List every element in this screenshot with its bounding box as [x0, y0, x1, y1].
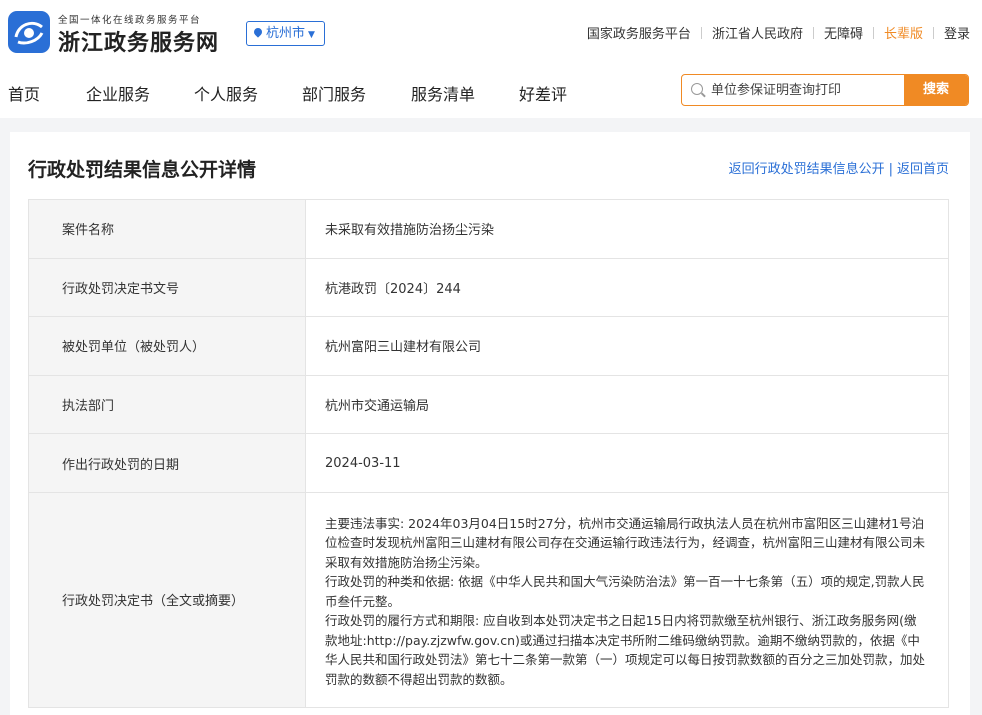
row-label: 被处罚单位（被处罚人）: [29, 317, 306, 375]
back-links: 返回行政处罚结果信息公开 | 返回首页: [729, 158, 949, 177]
nav-department-services[interactable]: 部门服务: [302, 81, 366, 105]
top-header: 全国一体化在线政务服务平台 浙江政务服务网 杭州市 ▼ 国家政务服务平台 浙江省人…: [0, 0, 982, 66]
row-label: 行政处罚决定书（全文或摘要）: [29, 492, 306, 707]
row-label: 作出行政处罚的日期: [29, 434, 306, 492]
divider: |: [888, 162, 893, 177]
row-value: 杭州富阳三山建材有限公司: [325, 340, 482, 356]
decision-text: 主要违法事实: 2024年03月04日15时27分，杭州市交通运输局行政执法人员…: [306, 493, 948, 707]
search-box: 搜索: [681, 74, 969, 106]
brand-subtitle: 全国一体化在线政务服务平台: [58, 15, 202, 26]
detail-table: 案件名称 未采取有效措施防治扬尘污染 行政处罚决定书文号 杭港政罚〔2024〕2…: [28, 199, 949, 708]
link-login[interactable]: 登录: [934, 23, 970, 42]
table-row: 行政处罚决定书文号 杭港政罚〔2024〕244: [29, 258, 948, 318]
back-to-list-link[interactable]: 返回行政处罚结果信息公开: [729, 162, 885, 177]
nav-enterprise-services[interactable]: 企业服务: [86, 81, 150, 105]
table-row-decision: 行政处罚决定书（全文或摘要） 主要违法事实: 2024年03月04日15时27分…: [29, 492, 948, 708]
row-value: 2024-03-11: [325, 455, 401, 471]
table-row: 作出行政处罚的日期 2024-03-11: [29, 434, 948, 493]
row-value: 杭州市交通运输局: [325, 399, 430, 415]
city-selector[interactable]: 杭州市 ▼: [246, 21, 325, 46]
site-name[interactable]: 浙江政务服务网: [58, 25, 219, 57]
search-icon: [691, 83, 703, 95]
link-accessibility[interactable]: 无障碍: [814, 23, 873, 42]
link-national-platform[interactable]: 国家政务服务平台: [577, 23, 701, 42]
search-button[interactable]: 搜索: [904, 75, 968, 105]
link-provincial-government[interactable]: 浙江省人民政府: [702, 23, 813, 42]
nav-home[interactable]: 首页: [8, 81, 40, 105]
search-input[interactable]: [711, 75, 901, 105]
detail-panel: 行政处罚结果信息公开详情 返回行政处罚结果信息公开 | 返回首页 案件名称 未采取有…: [10, 132, 970, 715]
link-elder-version[interactable]: 长辈版: [874, 23, 933, 42]
caret-down-icon: ▼: [308, 30, 315, 40]
row-label: 执法部门: [29, 375, 306, 434]
nav-service-list[interactable]: 服务清单: [411, 81, 475, 105]
row-label: 案件名称: [29, 200, 306, 258]
table-row: 执法部门 杭州市交通运输局: [29, 375, 948, 435]
page-title: 行政处罚结果信息公开详情: [28, 159, 257, 181]
back-to-home-link[interactable]: 返回首页: [897, 162, 949, 177]
row-value: 杭港政罚〔2024〕244: [325, 281, 461, 297]
table-row: 案件名称 未采取有效措施防治扬尘污染: [29, 200, 948, 259]
decision-paragraph-payment: 行政处罚的履行方式和期限: 应自收到本处罚决定书之日起15日内将罚款缴至杭州银行…: [325, 613, 926, 687]
site-logo-icon[interactable]: [8, 11, 50, 53]
location-pin-icon: [252, 26, 264, 38]
nav-personal-services[interactable]: 个人服务: [194, 81, 258, 105]
city-name: 杭州市: [266, 26, 306, 41]
table-row: 被处罚单位（被处罚人） 杭州富阳三山建材有限公司: [29, 317, 948, 376]
row-label: 行政处罚决定书文号: [29, 258, 306, 317]
row-value: 未采取有效措施防治扬尘污染: [325, 223, 495, 239]
decision-paragraph-facts: 主要违法事实: 2024年03月04日15时27分，杭州市交通运输局行政执法人员…: [325, 515, 926, 570]
decision-paragraph-basis: 行政处罚的种类和依据: 依据《中华人民共和国大气污染防治法》第一百一十七条第（五…: [325, 574, 925, 609]
nav-evaluation[interactable]: 好差评: [519, 81, 567, 105]
top-links: 国家政务服务平台 浙江省人民政府 无障碍 长辈版 登录: [577, 23, 970, 42]
